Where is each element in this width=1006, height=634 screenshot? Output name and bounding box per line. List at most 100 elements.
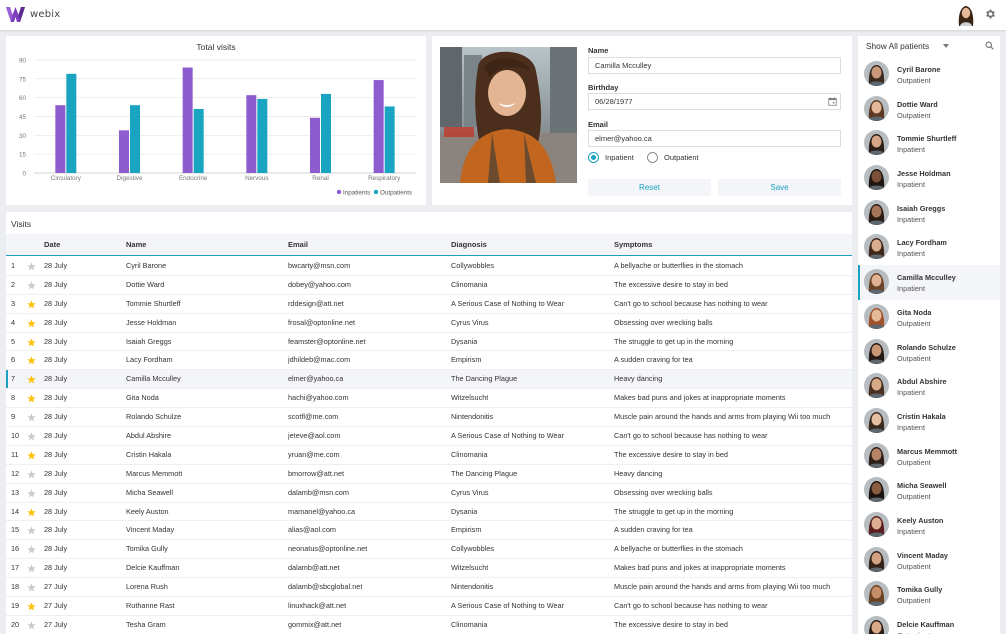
list-item[interactable]: Isaiah Greggs Inpatient bbox=[858, 196, 1000, 231]
table-row[interactable]: 14 28 July Keely Auston mamanel@yahoo.ca Dys… bbox=[6, 503, 852, 522]
table-row[interactable]: 12 28 July Marcus Memmott bmorrow@att.net Th… bbox=[6, 465, 852, 484]
table-row[interactable]: 8 28 July Gita Noda hachi@yahoo.com Witzelsu… bbox=[6, 389, 852, 409]
bar-inpatients bbox=[246, 95, 257, 173]
name-field[interactable]: Camilla Mcculley bbox=[588, 57, 841, 74]
list-item[interactable]: Gita Noda Outpatient bbox=[858, 300, 1000, 335]
avatar bbox=[864, 95, 889, 121]
search-icon[interactable] bbox=[985, 41, 994, 50]
gear-icon[interactable] bbox=[984, 8, 996, 20]
star-icon[interactable] bbox=[27, 432, 36, 441]
cell-email: alias@aol.com bbox=[288, 525, 336, 535]
cell-name: Delcie Kauffman bbox=[126, 563, 180, 573]
star-icon[interactable] bbox=[27, 337, 36, 347]
star-icon[interactable] bbox=[27, 356, 36, 366]
list-item[interactable]: Tommie Shurtleff Inpatient bbox=[858, 126, 1000, 161]
table-row[interactable]: 1 28 July Cyril Barone bwcarty@msn.com Colly… bbox=[6, 257, 852, 276]
table-row[interactable]: 16 28 July Tomika Gully neonatus@optonline.… bbox=[6, 540, 852, 560]
star-icon[interactable] bbox=[27, 602, 36, 611]
star-icon[interactable] bbox=[27, 583, 36, 592]
list-item[interactable]: Delcie KauffmanOutpatient bbox=[858, 612, 1000, 634]
table-row[interactable]: 15 28 July Vincent Maday alias@aol.com Empir… bbox=[6, 521, 852, 541]
calendar-icon[interactable] bbox=[828, 97, 837, 106]
patient-status: Outpatient bbox=[897, 457, 931, 467]
table-row[interactable]: 5 28 July Isaiah Greggs feamster@optonline.… bbox=[6, 333, 852, 352]
birthday-field[interactable]: 06/28/1977 bbox=[588, 93, 841, 110]
table-row[interactable]: 20 27 July Tesha Gram gommix@att.net Clinoma… bbox=[6, 616, 852, 634]
list-item[interactable]: Micha Seawell Outpatient bbox=[858, 473, 1000, 508]
avatar bbox=[864, 477, 889, 503]
star-icon[interactable] bbox=[27, 375, 36, 384]
patient-status: Inpatient bbox=[897, 388, 925, 398]
list-item[interactable]: Camilla Mcculley Inpatient bbox=[858, 265, 1000, 300]
table-row[interactable]: 4 28 July Jesse Holdman frosal@optonline.ne… bbox=[6, 314, 852, 333]
list-item[interactable]: Abdul Abshire Inpatient bbox=[858, 369, 1000, 404]
list-item[interactable]: Vincent Maday Outpatient bbox=[858, 543, 1000, 578]
cell-diagnosis: Collywobbles bbox=[451, 261, 494, 270]
star-icon[interactable] bbox=[27, 318, 36, 328]
x-tick-label: Circulatory bbox=[51, 175, 82, 182]
avatar bbox=[864, 338, 889, 364]
table-row[interactable]: 11 28 July Cristin Hakala yruan@me.com Clino… bbox=[6, 446, 852, 465]
star-icon[interactable] bbox=[27, 488, 36, 498]
star-icon[interactable] bbox=[27, 394, 36, 403]
patient-status: Outpatient bbox=[897, 110, 931, 120]
row-number: 3 bbox=[11, 298, 16, 308]
column-header-email[interactable]: Email bbox=[288, 234, 308, 256]
column-header-symptoms[interactable]: Symptoms bbox=[614, 234, 652, 256]
radio-outpatient[interactable]: Outpatient bbox=[647, 152, 699, 163]
list-item[interactable]: Tomika Gully Outpatient bbox=[858, 577, 1000, 612]
list-item[interactable]: Rolando Schulze Outpatient bbox=[858, 335, 1000, 370]
table-row[interactable]: 19 27 July Ruthanne Rast linuxhack@att.net A… bbox=[6, 597, 852, 616]
star-icon[interactable] bbox=[27, 451, 36, 460]
cell-symptoms: A sudden craving for tea bbox=[614, 525, 693, 535]
radio-inpatient[interactable]: Inpatient bbox=[588, 152, 634, 163]
reset-button[interactable]: Reset bbox=[588, 179, 711, 196]
table-row[interactable]: 17 28 July Delcie Kauffman dalamb@att.net Wi… bbox=[6, 559, 852, 579]
top-bar: webix bbox=[0, 0, 1006, 30]
patients-filter-select[interactable]: Show All patients bbox=[866, 41, 929, 51]
visits-title: Visits bbox=[11, 219, 32, 229]
email-field[interactable]: elmer@yahoo.ca bbox=[588, 130, 841, 147]
list-item[interactable]: Dottie Ward Outpatient bbox=[858, 92, 1000, 127]
column-header-diagnosis[interactable]: Diagnosis bbox=[451, 234, 487, 256]
star-icon[interactable] bbox=[27, 300, 36, 309]
column-header-date[interactable]: Date bbox=[44, 234, 60, 256]
column-header-name[interactable]: Name bbox=[126, 234, 146, 256]
star-icon[interactable] bbox=[27, 507, 36, 517]
visits-grid-card: Visits Date Name Email Diagnosis Symptom… bbox=[6, 212, 852, 634]
table-row[interactable]: 2 28 July Dottie Ward dobey@yahoo.com Clinom… bbox=[6, 276, 852, 295]
cell-symptoms: Can't go to school because has nothing t… bbox=[614, 431, 768, 441]
star-icon[interactable] bbox=[27, 413, 36, 422]
table-row[interactable]: 9 28 July Rolando Schulze scotfl@me.com Nint… bbox=[6, 408, 852, 428]
list-item[interactable]: Lacy Fordham Inpatient bbox=[858, 230, 1000, 265]
cell-symptoms: Can't go to school because has nothing t… bbox=[614, 298, 768, 308]
save-button[interactable]: Save bbox=[718, 179, 841, 196]
star-icon[interactable] bbox=[27, 621, 36, 630]
star-icon[interactable] bbox=[27, 470, 36, 479]
webix-logo[interactable]: webix bbox=[6, 7, 60, 22]
list-item[interactable]: Cristin Hakala Inpatient bbox=[858, 404, 1000, 439]
list-item[interactable]: Marcus Memmott Outpatient bbox=[858, 439, 1000, 474]
patient-status: Inpatient bbox=[897, 422, 925, 432]
table-row[interactable]: 7 28 July Camilla Mcculley elmer@yahoo.ca Th… bbox=[6, 370, 852, 390]
star-icon[interactable] bbox=[27, 281, 36, 290]
patient-status: Inpatient bbox=[897, 526, 925, 536]
user-avatar[interactable] bbox=[956, 4, 976, 26]
star-icon[interactable] bbox=[27, 262, 36, 271]
star-icon[interactable] bbox=[27, 545, 36, 554]
list-item[interactable]: Keely Auston Inpatient bbox=[858, 508, 1000, 543]
star-icon[interactable] bbox=[27, 564, 36, 573]
table-row[interactable]: 6 28 July Lacy Fordham jdhildeb@mac.com Empi… bbox=[6, 351, 852, 371]
list-item[interactable]: Jesse Holdman Inpatient bbox=[858, 161, 1000, 196]
table-row[interactable]: 10 28 July Abdul Abshire jeteve@aol.com A Se… bbox=[6, 427, 852, 446]
list-item[interactable]: Cyril Barone Outpatient bbox=[858, 57, 1000, 92]
patient-name: Keely Auston bbox=[897, 515, 944, 525]
patient-name: Vincent Maday bbox=[897, 550, 948, 560]
table-row[interactable]: 3 28 July Tommie Shurtleff rddesign@att.net… bbox=[6, 295, 852, 314]
cell-symptoms: The excessive desire to stay in bed bbox=[614, 619, 728, 629]
table-row[interactable]: 18 27 July Lorena Rush dalamb@sbcglobal.net… bbox=[6, 578, 852, 598]
chevron-down-icon[interactable] bbox=[943, 44, 949, 48]
star-icon[interactable] bbox=[27, 526, 36, 536]
cell-name: Cristin Hakala bbox=[126, 449, 172, 459]
table-row[interactable]: 13 28 July Micha Seawell dalamb@msn.com Cyru… bbox=[6, 484, 852, 503]
